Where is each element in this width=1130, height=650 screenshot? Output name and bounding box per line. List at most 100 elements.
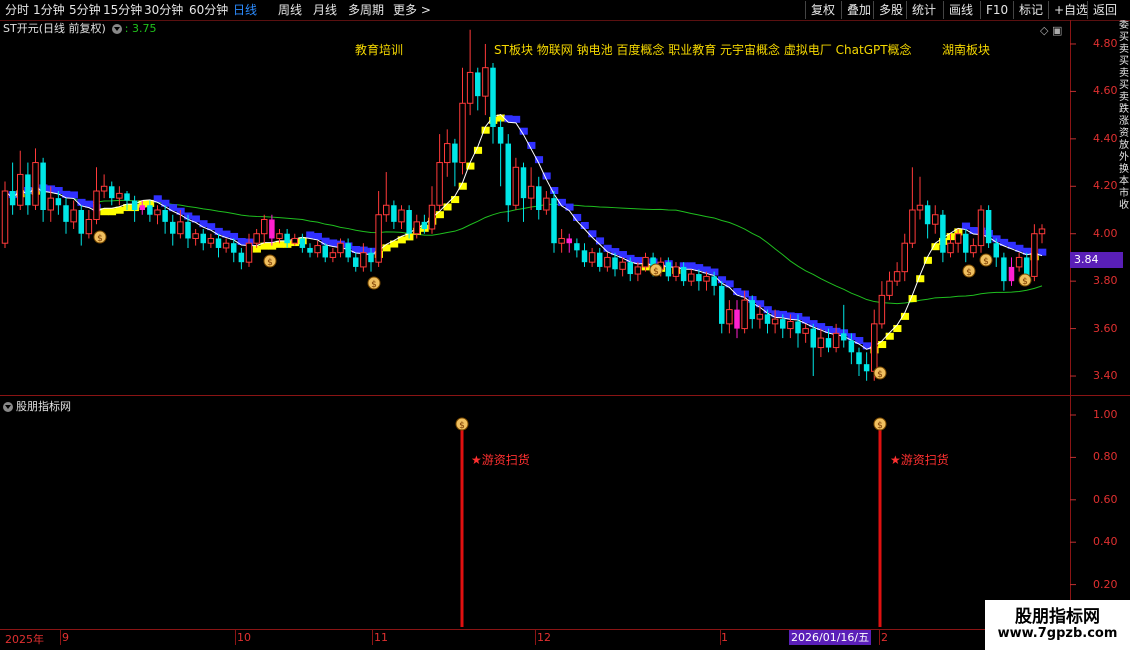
candle-body (40, 162, 46, 210)
candle-body (871, 323, 878, 372)
candle-body (856, 352, 862, 365)
candle-body (841, 333, 847, 341)
side-strip-char: 买 (1119, 80, 1129, 91)
falling-band-step (687, 262, 696, 270)
dropdown-icon[interactable] (3, 402, 13, 412)
candle-body (574, 243, 580, 251)
candle-body (154, 209, 161, 216)
candle-body (421, 221, 428, 229)
candle-body (505, 143, 511, 206)
date-label: 2 (881, 631, 888, 644)
rising-band-step (115, 206, 124, 214)
candle-body (192, 233, 199, 239)
candle-body (398, 209, 405, 223)
candle-body (711, 276, 717, 286)
falling-band-step (534, 156, 544, 164)
rising-band-step (893, 325, 902, 333)
candle-body (886, 280, 893, 296)
rising-band-step (435, 211, 444, 219)
signal-bar (878, 430, 882, 627)
candle-body (329, 252, 337, 258)
candle-body (47, 197, 54, 211)
candle-body (391, 205, 397, 222)
candle-body (147, 205, 153, 215)
date-label: 9 (62, 631, 69, 644)
candle-body (665, 262, 672, 277)
candle-body (353, 257, 359, 267)
candle-body (345, 243, 351, 258)
candle-body (322, 245, 328, 258)
candle-body (436, 162, 443, 206)
money-bag-icon-glyph: $ (97, 234, 103, 244)
candle-body (581, 250, 588, 263)
candle-body (688, 273, 695, 282)
candle-body (741, 299, 748, 330)
candle-body (672, 266, 680, 277)
candle-body (771, 318, 779, 325)
candle-body (680, 266, 687, 282)
date-label: 10 (237, 631, 251, 644)
rising-band-step (931, 243, 940, 251)
candle-body (253, 233, 260, 244)
candle-body (536, 186, 542, 210)
candle-body (9, 191, 16, 206)
candle-body (215, 238, 222, 248)
candle-body (497, 126, 504, 144)
money-bag-icon-glyph: $ (371, 280, 377, 290)
candle-body (276, 233, 283, 239)
candle-body (954, 233, 962, 244)
falling-band-step (961, 222, 971, 230)
candle-body (756, 313, 764, 320)
candle-body (749, 300, 755, 320)
candle-body (963, 233, 969, 253)
indicator-tick: 0.60 (1093, 492, 1118, 506)
candle-body (825, 338, 832, 348)
side-strip-char: 买 (1119, 32, 1129, 43)
candle-body (238, 252, 245, 263)
candle-body (375, 214, 382, 263)
candle-body (795, 321, 801, 334)
candle-body (55, 198, 62, 206)
side-strip-char: 卖 (1119, 68, 1129, 79)
candle-body (368, 252, 374, 263)
rising-band-step (382, 244, 391, 252)
candle-body (634, 266, 642, 275)
money-bag-icon-glyph: $ (459, 421, 465, 431)
candle-body (17, 173, 24, 206)
candle-body (543, 197, 550, 211)
candle-body (70, 209, 77, 223)
side-strip-char: 卖 (1119, 44, 1129, 55)
candle-body (1, 190, 9, 244)
candle-body (269, 219, 275, 239)
candle-body (780, 319, 786, 329)
candle-body (124, 193, 130, 201)
kline-chart[interactable]: $ $ $ $ $ $ $ $ $ $ (0, 0, 1130, 650)
price-tick: 3.60 (1093, 321, 1118, 335)
candle-body (520, 167, 527, 199)
current-price-badge: 3.84 (1070, 252, 1123, 268)
falling-band-step (313, 232, 322, 240)
price-tick: 4.60 (1093, 84, 1118, 98)
candle-body (200, 233, 206, 244)
candle-body (284, 233, 290, 244)
side-strip-char: 收 (1119, 200, 1129, 211)
candle-body (527, 185, 535, 199)
candle-body (940, 214, 946, 253)
candle-body (985, 210, 992, 244)
candle-body (428, 204, 436, 230)
candle-body (490, 67, 496, 127)
candle-body (466, 71, 474, 104)
candle-body (482, 67, 489, 97)
price-tick: 4.80 (1093, 36, 1118, 50)
candle-body (1038, 228, 1046, 235)
candle-body (802, 328, 809, 334)
side-info-strip: 委买卖买卖买卖跌涨资放外换本市收 (1119, 20, 1130, 610)
side-strip-char: 外 (1119, 152, 1129, 163)
falling-band-step (603, 244, 612, 252)
candle-body (1015, 256, 1023, 268)
falling-band-step (512, 115, 521, 123)
candle-body (207, 237, 215, 244)
indicator-tick: 0.80 (1093, 450, 1118, 464)
indicator-tick: 1.00 (1093, 408, 1118, 421)
candle-body (131, 200, 138, 210)
